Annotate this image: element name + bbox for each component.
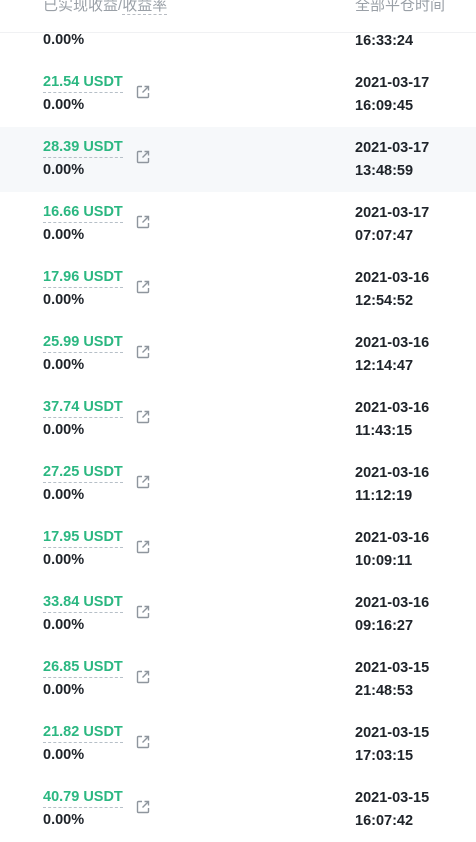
- close-date: 2021-03-15: [355, 660, 430, 676]
- share-icon[interactable]: [135, 149, 151, 165]
- share-icon[interactable]: [135, 474, 151, 490]
- share-icon[interactable]: [135, 799, 151, 815]
- table-row[interactable]: 16.66 USDT 0.00% 2021-03-17 07:07:47: [0, 192, 476, 257]
- realized-profit[interactable]: 25.99 USDT: [43, 334, 123, 353]
- table-row[interactable]: 26.85 USDT 0.00% 2021-03-15 21:48:53: [0, 647, 476, 712]
- close-date: 2021-03-17: [355, 205, 430, 221]
- close-time: 11:12:19: [355, 488, 413, 504]
- close-time: 07:07:47: [355, 228, 414, 244]
- table-row[interactable]: 37.74 USDT 0.00% 2021-03-16 11:43:15: [0, 387, 476, 452]
- table-row[interactable]: 40.79 USDT 0.00% 2021-03-15 16:07:42: [0, 777, 476, 842]
- table-row[interactable]: 25.99 USDT 0.00% 2021-03-16 12:14:47: [0, 322, 476, 387]
- share-icon[interactable]: [135, 539, 151, 555]
- close-time: 11:43:15: [355, 423, 413, 439]
- table-row[interactable]: 33.84 USDT 0.00% 2021-03-16 09:16:27: [0, 582, 476, 647]
- close-time: 10:09:11: [355, 553, 413, 569]
- close-date: 2021-03-16: [355, 335, 430, 351]
- close-date: 2021-03-16: [355, 400, 430, 416]
- rate-value: 0.00%: [43, 617, 85, 633]
- realized-profit[interactable]: 17.96 USDT: [43, 269, 123, 288]
- close-date: 2021-03-15: [355, 790, 430, 806]
- close-time: 17:03:15: [355, 748, 414, 764]
- table-row[interactable]: 28.39 USDT 0.00% 2021-03-17 13:48:59: [0, 127, 476, 192]
- realized-profit[interactable]: 40.79 USDT: [43, 789, 123, 808]
- close-date: 2021-03-16: [355, 530, 430, 546]
- close-time: 12:54:52: [355, 293, 414, 309]
- share-icon[interactable]: [135, 409, 151, 425]
- table-row[interactable]: 27.25 USDT 0.00% 2021-03-16 11:12:19: [0, 452, 476, 517]
- close-time: 09:16:27: [355, 618, 414, 634]
- realized-profit[interactable]: 27.25 USDT: [43, 464, 123, 483]
- realized-profit[interactable]: 26.85 USDT: [43, 659, 123, 678]
- share-icon[interactable]: [135, 84, 151, 100]
- realized-profit[interactable]: 33.84 USDT: [43, 594, 123, 613]
- table-row[interactable]: 21.82 USDT 0.00% 2021-03-15 17:03:15: [0, 712, 476, 777]
- rate-value: 0.00%: [43, 422, 85, 438]
- header-rate-label[interactable]: 收益率: [122, 0, 168, 15]
- share-icon[interactable]: [135, 604, 151, 620]
- share-icon[interactable]: [135, 669, 151, 685]
- close-date: 2021-03-17: [355, 140, 430, 156]
- share-icon[interactable]: [135, 734, 151, 750]
- close-date: 2021-03-16: [355, 465, 430, 481]
- realized-profit[interactable]: 21.82 USDT: [43, 724, 123, 743]
- rate-value: 0.00%: [43, 227, 85, 243]
- realized-profit[interactable]: 17.95 USDT: [43, 529, 123, 548]
- close-time: 13:48:59: [355, 163, 414, 179]
- header-profit-label: 已实现收益: [43, 0, 119, 14]
- share-icon[interactable]: [135, 344, 151, 360]
- close-time: 16:09:45: [355, 98, 414, 114]
- table-row[interactable]: 17.95 USDT 0.00% 2021-03-16 10:09:11: [0, 517, 476, 582]
- realized-profit[interactable]: 21.54 USDT: [43, 74, 123, 93]
- rate-value: 0.00%: [43, 357, 85, 373]
- share-icon[interactable]: [135, 279, 151, 295]
- realized-profit[interactable]: 28.39 USDT: [43, 139, 123, 158]
- rate-value: 0.00%: [43, 487, 85, 503]
- close-time: 21:48:53: [355, 683, 414, 699]
- rate-value: 0.00%: [43, 747, 85, 763]
- close-time: 12:14:47: [355, 358, 414, 374]
- header-close-time: 全部平仓时间: [355, 0, 446, 14]
- share-icon[interactable]: [135, 214, 151, 230]
- close-time: 16:07:42: [355, 813, 414, 829]
- table-row[interactable]: 17.96 USDT 0.00% 2021-03-16 12:54:52: [0, 257, 476, 322]
- close-date: 2021-03-15: [355, 725, 430, 741]
- rate-value: 0.00%: [43, 162, 85, 178]
- rate-value: 0.00%: [43, 292, 85, 308]
- realized-profit[interactable]: 16.66 USDT: [43, 204, 123, 223]
- close-date: 2021-03-16: [355, 270, 430, 286]
- table-row[interactable]: 21.54 USDT 0.00% 2021-03-17 16:09:45: [0, 62, 476, 127]
- rate-value: 0.00%: [43, 812, 85, 828]
- close-date: 2021-03-16: [355, 595, 430, 611]
- close-time: 16:33:24: [355, 33, 414, 49]
- rate-value: 0.00%: [43, 97, 85, 113]
- realized-profit[interactable]: 37.74 USDT: [43, 399, 123, 418]
- table-header: 已实现收益/收益率 全部平仓时间: [0, 0, 476, 33]
- rate-value: 0.00%: [43, 552, 85, 568]
- rate-value: 0.00%: [43, 32, 85, 48]
- rate-value: 0.00%: [43, 682, 85, 698]
- header-profit-rate: 已实现收益/收益率: [43, 0, 168, 15]
- close-date: 2021-03-17: [355, 75, 430, 91]
